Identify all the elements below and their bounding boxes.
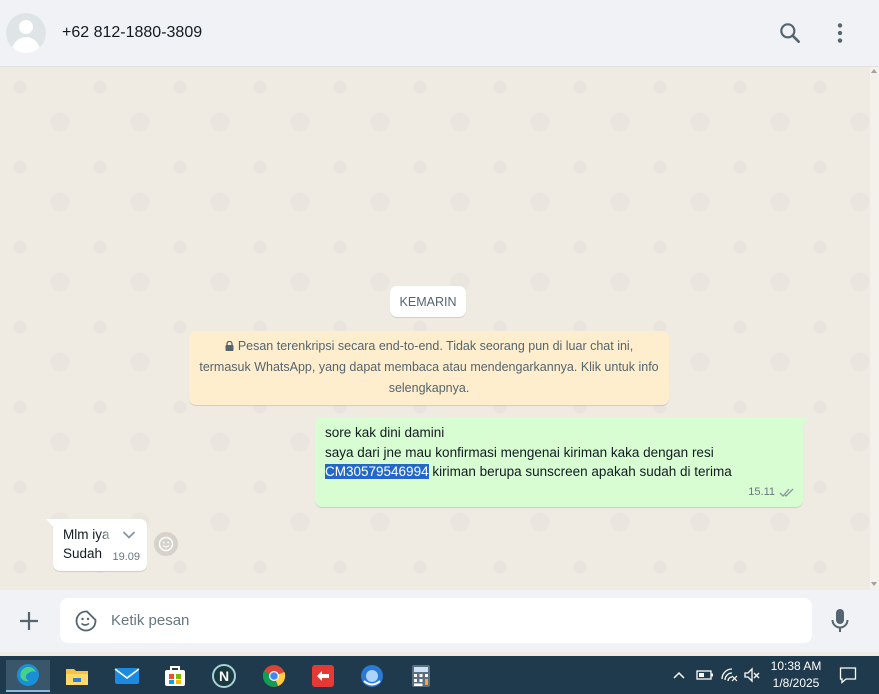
wifi-icon[interactable] xyxy=(720,667,738,683)
contact-name[interactable]: +62 812-1880-3809 xyxy=(62,24,202,42)
battery-icon[interactable] xyxy=(696,667,714,683)
reaction-button[interactable] xyxy=(154,532,178,556)
more-vertical-icon[interactable] xyxy=(827,20,853,46)
date-chip: KEMARIN xyxy=(390,286,466,317)
message-input-box[interactable] xyxy=(60,598,812,643)
avatar-body xyxy=(12,37,40,53)
notification-icon[interactable] xyxy=(839,666,857,684)
calculator-icon[interactable] xyxy=(399,660,443,692)
whatsapp-window: +62 812-1880-3809 KEMARIN Pesan terenkri… xyxy=(0,0,879,656)
store-icon[interactable] xyxy=(153,660,197,692)
encryption-line-1: Pesan terenkripsi secara end-to-end. Tid… xyxy=(237,339,634,353)
incoming-time: 19.09 xyxy=(112,551,140,563)
tray-expand-icon[interactable] xyxy=(672,667,686,683)
sticker-icon[interactable] xyxy=(74,609,98,633)
chrome-icon[interactable] xyxy=(252,660,296,692)
bubble-tail xyxy=(802,417,810,426)
resi-selected-text[interactable]: CM30579546994 xyxy=(325,464,429,479)
chat-area[interactable]: KEMARIN Pesan terenkripsi secara end-to-… xyxy=(0,67,870,590)
chat-header: +62 812-1880-3809 xyxy=(0,0,879,67)
smiley-icon xyxy=(158,536,174,552)
scroll-up-arrow-icon[interactable] xyxy=(871,69,877,73)
clock-time: 10:38 AM xyxy=(770,659,822,673)
microphone-icon[interactable] xyxy=(829,608,851,634)
outgoing-line-1: sore kak dini damini xyxy=(325,425,445,440)
mail-icon[interactable] xyxy=(105,660,149,692)
edge-icon[interactable] xyxy=(6,660,50,692)
message-meta: 15.11 xyxy=(748,483,795,503)
message-input[interactable] xyxy=(111,598,801,643)
bubble-tail xyxy=(46,519,54,528)
incoming-message[interactable]: Mlm iya Sudah 19.09 xyxy=(46,519,147,571)
avatar[interactable] xyxy=(6,13,46,53)
taskbar-clock[interactable]: 10:38 AM 1/8/2025 xyxy=(766,658,826,692)
chat-scrollbar[interactable] xyxy=(870,67,879,590)
outgoing-message[interactable]: sore kak dini damini saya dari jne mau k… xyxy=(315,417,810,507)
clock-date: 1/8/2025 xyxy=(772,676,820,690)
double-check-icon xyxy=(779,488,794,497)
composer-bar xyxy=(0,590,879,652)
outgoing-time: 15.11 xyxy=(748,485,775,498)
outgoing-line-2: saya dari jne mau konfirmasi mengenai ki… xyxy=(325,444,714,460)
windows-taskbar: N 10:38 AM 1/8/2025 xyxy=(0,656,879,694)
blue-app-icon[interactable] xyxy=(350,660,394,692)
outgoing-line-3: kiriman berupa sunscreen apakah sudah di… xyxy=(428,464,732,479)
encryption-notice[interactable]: Pesan terenkripsi secara end-to-end. Tid… xyxy=(189,331,669,405)
incoming-line-1: Mlm iya xyxy=(63,527,110,542)
lock-icon xyxy=(225,341,234,351)
n-app-icon[interactable]: N xyxy=(202,660,246,692)
red-app-icon[interactable] xyxy=(301,660,345,692)
avatar-head xyxy=(19,20,33,34)
volume-muted-icon[interactable] xyxy=(743,667,761,683)
incoming-line-2: Sudah xyxy=(63,546,103,561)
chevron-down-icon[interactable] xyxy=(121,527,137,543)
scroll-down-arrow-icon[interactable] xyxy=(871,582,877,586)
attach-plus-icon[interactable] xyxy=(17,609,41,633)
search-icon[interactable] xyxy=(777,20,803,46)
file-explorer-icon[interactable] xyxy=(55,660,99,692)
encryption-line-2: termasuk WhatsApp, yang dapat membaca at… xyxy=(199,360,659,374)
encryption-line-3: selengkapnya. xyxy=(388,381,470,395)
svg-text:N: N xyxy=(219,668,229,684)
